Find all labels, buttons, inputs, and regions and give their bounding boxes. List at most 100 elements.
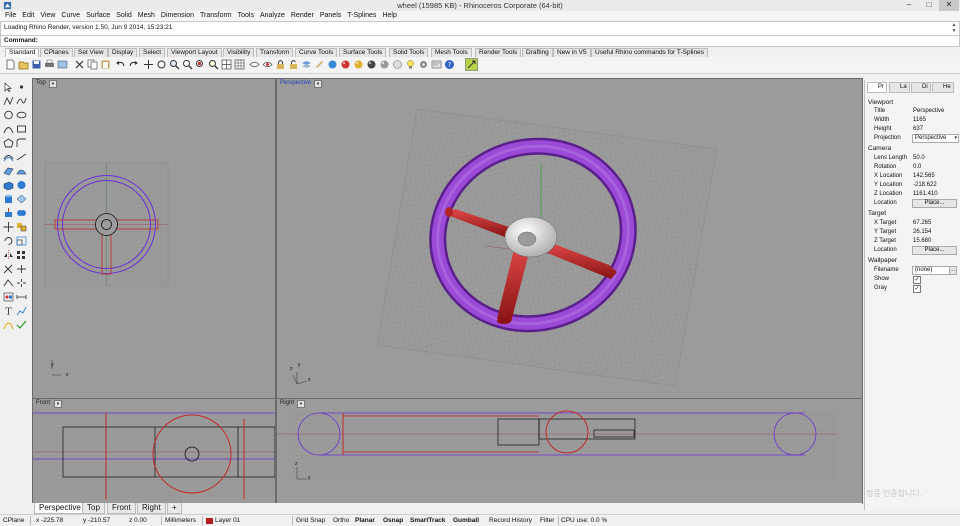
move-icon[interactable]	[3, 222, 14, 232]
command-history[interactable]: Loading Rhino Render, version 1.50, Jun …	[0, 21, 960, 36]
y-location-value[interactable]: -218.622	[913, 182, 937, 188]
grid-icon[interactable]	[234, 59, 245, 70]
pan-icon[interactable]	[143, 59, 154, 70]
units-display[interactable]: Millimeters	[165, 516, 196, 525]
select-arrow-icon[interactable]	[3, 82, 14, 92]
tab-set-view[interactable]: Set View	[74, 48, 108, 57]
offset-curve-icon[interactable]	[3, 152, 14, 162]
viewport-perspective[interactable]: Perspective ▼ z y x	[276, 78, 863, 399]
tsplines-icon[interactable]	[465, 58, 478, 71]
hide-icon[interactable]	[249, 59, 260, 70]
z-target-value[interactable]: 15.680	[913, 238, 931, 244]
render-sphere-icon[interactable]	[340, 59, 351, 70]
grid-snap-toggle[interactable]: Grid Snap	[296, 516, 325, 525]
tab-drafting[interactable]: Drafting	[522, 48, 553, 57]
help-icon[interactable]: ?	[444, 59, 455, 70]
tab-standard[interactable]: Standard	[5, 48, 40, 57]
z-location-value[interactable]: 1161.410	[913, 191, 938, 197]
join-icon[interactable]	[3, 278, 14, 288]
menu-view[interactable]: View	[37, 11, 58, 21]
dimension-icon[interactable]	[16, 292, 27, 302]
tab-front[interactable]: Front	[107, 503, 136, 514]
y-target-value[interactable]: 26.154	[913, 229, 931, 235]
box-icon[interactable]	[3, 180, 14, 190]
projection-select[interactable]: Perspective ▾	[912, 134, 959, 143]
print-icon[interactable]	[44, 59, 55, 70]
menu-surface[interactable]: Surface	[83, 11, 113, 21]
tab-viewport-layout[interactable]: Viewport Layout	[167, 48, 222, 57]
unlock-icon[interactable]	[288, 59, 299, 70]
tab-top[interactable]: Top	[82, 503, 105, 514]
light-bulb-icon[interactable]	[405, 59, 416, 70]
show-checkbox[interactable]: ✓	[913, 276, 921, 284]
menu-tsplines[interactable]: T-Splines	[344, 11, 379, 21]
zoom-selected-icon[interactable]	[208, 59, 219, 70]
tab-display[interactable]: Di	[911, 82, 931, 93]
camera-place-button[interactable]: Place...	[912, 199, 957, 208]
undo-icon[interactable]	[115, 59, 126, 70]
rectangle-icon[interactable]	[16, 124, 27, 134]
tab-visibility[interactable]: Visibility	[223, 48, 255, 57]
maximize-button[interactable]: □	[919, 0, 939, 11]
close-button[interactable]: ✕	[939, 0, 959, 11]
curve-icon[interactable]	[16, 96, 27, 106]
check-icon[interactable]	[16, 320, 27, 330]
tab-select[interactable]: Select	[139, 48, 166, 57]
mirror-icon[interactable]	[3, 250, 14, 260]
extend-icon[interactable]	[16, 152, 27, 162]
tab-new-in-v5[interactable]: New in V5	[553, 48, 591, 57]
ortho-toggle[interactable]: Ortho	[333, 516, 349, 525]
tab-transform[interactable]: Transform	[256, 48, 294, 57]
add-viewport-tab[interactable]: +	[167, 503, 182, 514]
smarttrack-toggle[interactable]: SmartTrack	[410, 516, 445, 525]
explode-icon[interactable]	[16, 278, 27, 288]
current-layer[interactable]: Layer 01	[215, 516, 240, 525]
planar-toggle[interactable]: Planar	[355, 516, 375, 525]
menu-help[interactable]: Help	[379, 11, 399, 21]
mesh-icon[interactable]	[16, 194, 27, 204]
tab-mesh-tools[interactable]: Mesh Tools	[431, 48, 472, 57]
viewport-front[interactable]: Front ▼	[32, 398, 276, 504]
cylinder-icon[interactable]	[3, 194, 14, 204]
menu-edit[interactable]: Edit	[19, 11, 37, 21]
tab-surface-tools[interactable]: Surface Tools	[339, 48, 387, 57]
arc-icon[interactable]	[3, 124, 14, 134]
menu-panels[interactable]: Panels	[317, 11, 344, 21]
filter-toggle[interactable]: Filter	[540, 516, 554, 525]
menu-file[interactable]: File	[0, 11, 19, 21]
tab-right[interactable]: Right	[137, 503, 166, 514]
viewport-right[interactable]: Right ▼ z y	[276, 398, 863, 504]
polygon-icon[interactable]	[3, 138, 14, 148]
copy-object-icon[interactable]	[16, 222, 27, 232]
copy-icon[interactable]	[87, 59, 98, 70]
texture-icon[interactable]	[392, 59, 403, 70]
menu-transform[interactable]: Transform	[197, 11, 235, 21]
tab-perspective[interactable]: Perspective	[34, 503, 86, 514]
fillet-icon[interactable]	[16, 138, 27, 148]
target-place-button[interactable]: Place...	[912, 246, 957, 255]
osnap-toggle[interactable]: Osnap	[383, 516, 403, 525]
layer-icon[interactable]	[301, 59, 312, 70]
cplane-label[interactable]: CPlane	[3, 516, 24, 525]
tab-cplanes[interactable]: CPlanes	[40, 48, 73, 57]
import-icon[interactable]	[57, 59, 68, 70]
split-icon[interactable]	[16, 264, 27, 274]
tab-solid-tools[interactable]: Solid Tools	[389, 48, 429, 57]
tab-display[interactable]: Display	[108, 48, 138, 57]
analyze-icon[interactable]	[16, 306, 27, 316]
polyline-icon[interactable]	[3, 96, 14, 106]
point-icon[interactable]	[16, 82, 27, 92]
open-file-icon[interactable]	[18, 59, 29, 70]
minimize-button[interactable]: –	[899, 0, 919, 11]
new-file-icon[interactable]	[5, 59, 16, 70]
rotate-icon[interactable]	[3, 236, 14, 246]
array-icon[interactable]	[16, 250, 27, 260]
trim-icon[interactable]	[3, 264, 14, 274]
gray-checkbox[interactable]: ✓	[913, 285, 921, 293]
lens-length-value[interactable]: 50.0	[913, 155, 925, 161]
lock-icon[interactable]	[275, 59, 286, 70]
zoom-extents-icon[interactable]	[195, 59, 206, 70]
record-history-toggle[interactable]: Record History	[489, 516, 532, 525]
title-value[interactable]: Perspective	[913, 108, 944, 114]
rotate-view-icon[interactable]	[156, 59, 167, 70]
